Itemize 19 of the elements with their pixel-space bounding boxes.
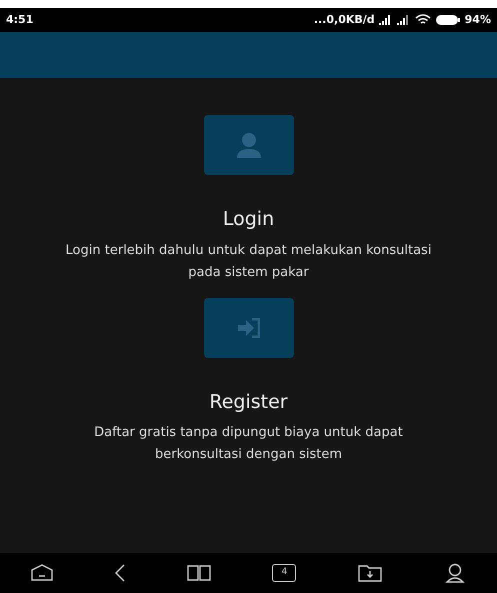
section-title: Register	[209, 390, 288, 414]
signal-icon	[396, 15, 411, 25]
user-icon[interactable]	[444, 563, 466, 583]
wifi-icon	[414, 14, 431, 26]
section-description: Daftar gratis tanpa dipungut biaya untuk dapat berkonsultasi dengan sistem	[93, 424, 404, 464]
network-speed: ...0,0KB/d	[314, 12, 375, 28]
tabs-button[interactable]: 4	[272, 564, 296, 582]
person-icon	[236, 132, 260, 158]
section-description: Login terlebih dahulu untuk dapat melakukan konsultasi pada sistem pakar	[64, 242, 432, 282]
signal-icon	[378, 15, 393, 25]
section-title: Login	[222, 207, 274, 232]
book-icon[interactable]	[186, 565, 211, 581]
back-icon[interactable]	[114, 564, 125, 582]
battery-level: 94%	[464, 12, 491, 28]
folder-icon[interactable]	[358, 564, 382, 582]
status-time: 4:51	[6, 12, 34, 28]
sign-in-icon	[238, 318, 260, 338]
battery-icon	[434, 14, 461, 26]
home-icon[interactable]	[30, 564, 53, 582]
